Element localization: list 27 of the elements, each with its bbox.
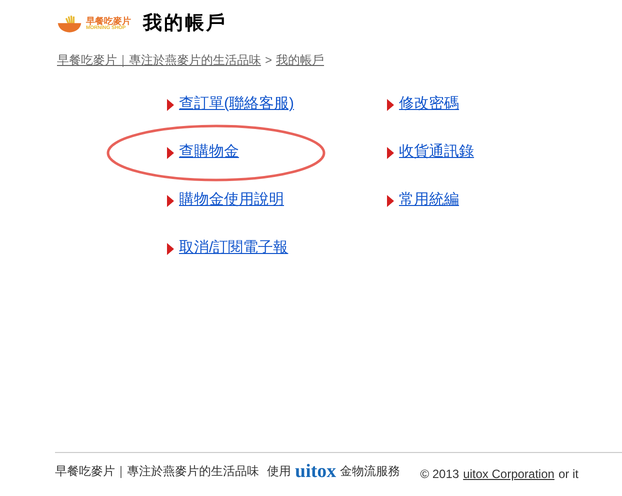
page-title: 我的帳戶 xyxy=(143,12,227,36)
footer-text: 金物流服務 xyxy=(340,463,400,480)
account-link[interactable]: 收貨通訊錄 xyxy=(399,141,474,164)
triangle-icon xyxy=(387,194,394,206)
account-link[interactable]: 取消/訂閱電子報 xyxy=(179,237,288,260)
triangle-icon xyxy=(167,194,174,206)
triangle-icon xyxy=(387,98,394,110)
brand-logo: uitox xyxy=(295,462,336,480)
account-link[interactable]: 修改密碼 xyxy=(399,93,459,116)
breadcrumb-separator: > xyxy=(265,52,272,68)
breadcrumb-link[interactable]: 早餐吃麥片｜專注於燕麥片的生活品味 xyxy=(57,50,261,68)
account-link[interactable]: 購物金使用說明 xyxy=(179,189,284,212)
account-link[interactable]: 查購物金 xyxy=(179,141,239,164)
bowl-icon xyxy=(57,13,82,36)
account-link[interactable]: 常用統編 xyxy=(399,189,459,212)
footer-text: 使用 xyxy=(267,463,291,480)
triangle-icon xyxy=(167,242,174,254)
breadcrumb-link[interactable]: 我的帳戶 xyxy=(276,50,324,68)
triangle-icon xyxy=(167,146,174,158)
footer-text: 早餐吃麥片｜專注於燕麥片的生活品味 xyxy=(55,463,259,480)
logo-text: 早餐吃麥片 xyxy=(86,17,131,26)
footer-text: or it xyxy=(558,466,578,483)
account-link[interactable]: 查訂單(聯絡客服) xyxy=(179,93,294,116)
footer-link[interactable]: uitox Corporation xyxy=(463,465,554,483)
copyright-text: © 2013 xyxy=(420,466,460,483)
triangle-icon xyxy=(167,98,174,110)
triangle-icon xyxy=(387,146,394,158)
